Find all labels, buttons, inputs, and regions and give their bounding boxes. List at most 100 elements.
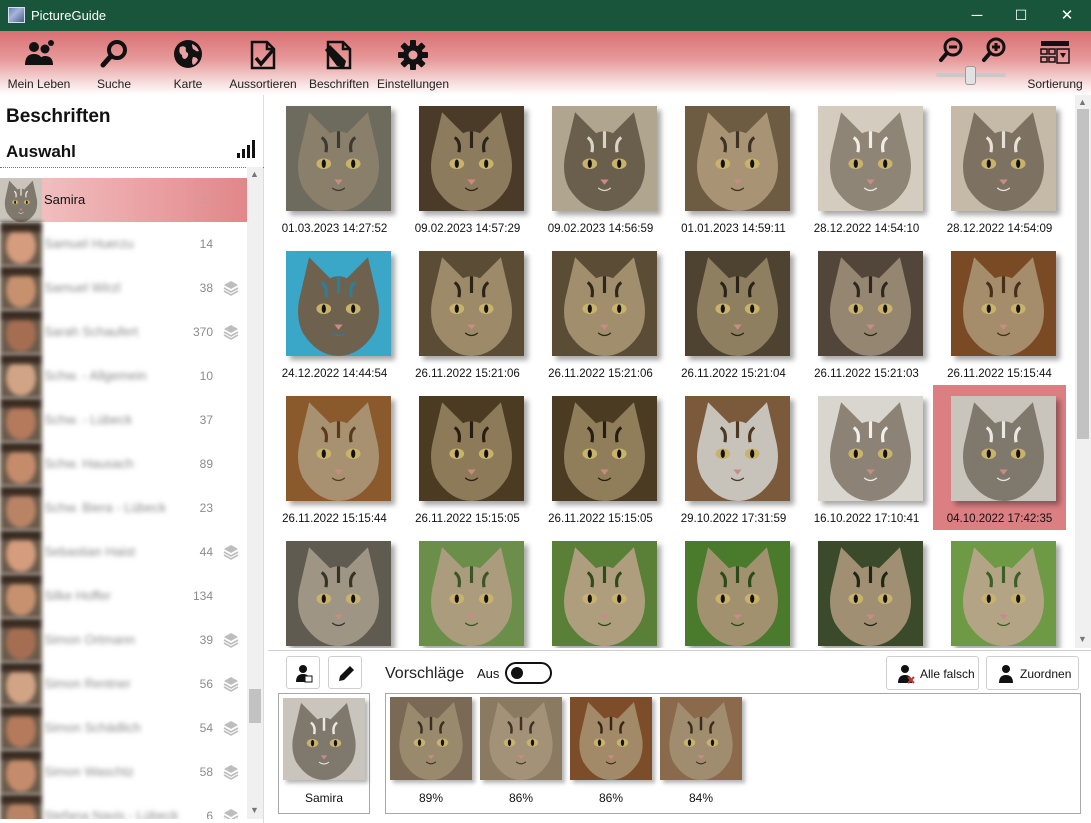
- photo-tile[interactable]: [401, 530, 534, 648]
- photo-thumbnail: [951, 396, 1056, 501]
- person-row[interactable]: Simon Schädlich 54: [0, 706, 247, 750]
- suggestions-toggle[interactable]: [505, 662, 552, 684]
- photo-tile[interactable]: [268, 530, 401, 648]
- person-row[interactable]: Simon Rentner 56: [0, 662, 247, 706]
- toolbar-beschriften-button[interactable]: Beschriften: [306, 31, 372, 95]
- stack-indicator: [223, 764, 239, 785]
- person-avatar: [0, 222, 42, 266]
- person-row[interactable]: Schw. Hausach 89: [0, 442, 247, 486]
- selected-person-name: Samira: [304, 791, 343, 805]
- scroll-up-icon[interactable]: ▲: [250, 169, 259, 179]
- maximize-button[interactable]: ☐: [998, 0, 1044, 31]
- person-row[interactable]: Simon Waschtz 58: [0, 750, 247, 794]
- sidebar-heading: Beschriften: [6, 106, 111, 127]
- photo-tile[interactable]: 01.03.2023 14:27:52: [268, 95, 401, 240]
- photo-tile[interactable]: [800, 530, 933, 648]
- photo-tile[interactable]: 26.11.2022 15:15:44: [268, 385, 401, 530]
- photo-tile[interactable]: [667, 530, 800, 648]
- photo-tile[interactable]: 26.11.2022 15:15:05: [401, 385, 534, 530]
- zoom-out-icon[interactable]: [938, 37, 964, 63]
- photo-tile[interactable]: 01.01.2023 14:59:11: [667, 95, 800, 240]
- person-row[interactable]: Sarah Schaufert 370: [0, 310, 247, 354]
- person-row[interactable]: Simon Ortmann 39: [0, 618, 247, 662]
- suggestion-item[interactable]: 86%: [568, 697, 654, 807]
- toolbar-suche-button[interactable]: Suche: [84, 31, 144, 95]
- person-avatar: [0, 750, 42, 794]
- scrollbar-thumb[interactable]: [1077, 109, 1089, 439]
- toolbar-label: Suche: [96, 77, 132, 91]
- person-row[interactable]: Samira 32: [0, 178, 247, 222]
- person-row[interactable]: Samuel Wirzl 38: [0, 266, 247, 310]
- cat-photo: [818, 396, 923, 501]
- person-row[interactable]: Silke Hoffer 134: [0, 574, 247, 618]
- person-avatar: [0, 178, 42, 222]
- photo-tile[interactable]: 26.11.2022 15:15:05: [534, 385, 667, 530]
- toolbar-aussortieren-button[interactable]: Aussortieren: [228, 31, 298, 95]
- search-icon: [100, 40, 127, 68]
- photo-tile[interactable]: 26.11.2022 15:21:06: [534, 240, 667, 385]
- photo-tile[interactable]: 28.12.2022 14:54:09: [933, 95, 1066, 240]
- person-row[interactable]: Samuel Huerzu 14: [0, 222, 247, 266]
- cat-photo: [419, 251, 524, 356]
- sidebar-subheading: Auswahl: [6, 142, 76, 161]
- photo-tile[interactable]: [933, 530, 1066, 648]
- assign-button[interactable]: Zuordnen: [986, 656, 1079, 690]
- photo-tile[interactable]: 26.11.2022 15:15:44: [933, 240, 1066, 385]
- zoom-in-icon[interactable]: [981, 37, 1007, 63]
- photo-tile[interactable]: 09.02.2023 14:57:29: [401, 95, 534, 240]
- all-wrong-label: Alle falsch: [920, 667, 975, 681]
- suggestion-item[interactable]: 84%: [658, 697, 744, 807]
- assign-person-button[interactable]: [286, 656, 320, 689]
- suggestion-item[interactable]: 89%: [388, 697, 474, 807]
- toolbar-karte-button[interactable]: Karte: [158, 31, 218, 95]
- zoom-slider-thumb[interactable]: [965, 66, 976, 85]
- grid-scrollbar[interactable]: ▲ ▼: [1075, 95, 1091, 648]
- photo-tile[interactable]: 04.10.2022 17:42:35: [933, 385, 1066, 530]
- photo-tile[interactable]: 26.11.2022 15:21:04: [667, 240, 800, 385]
- globe-icon: [174, 40, 202, 68]
- person-thumbnail: [0, 530, 42, 574]
- toolbar-label: Karte: [173, 77, 203, 91]
- photo-thumbnail: [951, 251, 1056, 356]
- sort-button[interactable]: Sortierung: [1022, 31, 1088, 95]
- sidebar-scrollbar[interactable]: ▲ ▼: [247, 167, 263, 819]
- photo-tile[interactable]: [534, 530, 667, 648]
- selected-person-card[interactable]: Samira: [278, 693, 370, 814]
- photo-tile[interactable]: 09.02.2023 14:56:59: [534, 95, 667, 240]
- photo-tile[interactable]: 29.10.2022 17:31:59: [667, 385, 800, 530]
- photo-thumbnail: [951, 106, 1056, 211]
- scrollbar-thumb[interactable]: [249, 689, 261, 723]
- cat-photo: [286, 251, 391, 356]
- scroll-up-icon[interactable]: ▲: [1078, 97, 1087, 107]
- person-thumbnail: [0, 794, 42, 819]
- all-wrong-button[interactable]: Alle falsch: [886, 656, 979, 690]
- photo-tile[interactable]: 28.12.2022 14:54:10: [800, 95, 933, 240]
- toolbar-einstellungen-button[interactable]: Einstellungen: [376, 31, 450, 95]
- suggestion-photo: [390, 697, 472, 780]
- edit-button[interactable]: [328, 656, 362, 689]
- photo-tile[interactable]: 16.10.2022 17:10:41: [800, 385, 933, 530]
- toolbar-mein-leben-button[interactable]: Mein Leben: [4, 31, 74, 95]
- person-row[interactable]: Schw. - Allgemein 10: [0, 354, 247, 398]
- stack-indicator: [223, 808, 239, 819]
- person-name: Samuel Huerzu: [44, 236, 134, 251]
- photo-thumbnail: [419, 251, 524, 356]
- person-row[interactable]: Stefana Navis - Lübeck 6: [0, 794, 247, 819]
- photo-date: 09.02.2023 14:56:59: [547, 223, 654, 235]
- minimize-button[interactable]: ─: [954, 0, 1000, 31]
- scroll-down-icon[interactable]: ▼: [250, 805, 259, 815]
- scroll-down-icon[interactable]: ▼: [1078, 634, 1087, 644]
- photo-tile[interactable]: 26.11.2022 15:21:03: [800, 240, 933, 385]
- photo-tile[interactable]: 24.12.2022 14:44:54: [268, 240, 401, 385]
- photo-tile[interactable]: 26.11.2022 15:21:06: [401, 240, 534, 385]
- person-name: Schw. - Allgemein: [44, 368, 147, 383]
- photo-date: 26.11.2022 15:15:05: [548, 513, 653, 525]
- suggestion-item[interactable]: 86%: [478, 697, 564, 807]
- person-row[interactable]: Schw. - Lübeck 37: [0, 398, 247, 442]
- close-button[interactable]: ✕: [1044, 0, 1090, 31]
- toolbar-label: Einstellungen: [376, 77, 450, 91]
- person-photo-count: 44: [199, 545, 213, 559]
- person-row[interactable]: Schw. Biera - Lübeck 23: [0, 486, 247, 530]
- person-row[interactable]: Sebastian Haist 44: [0, 530, 247, 574]
- signal-bars-icon[interactable]: [236, 139, 258, 159]
